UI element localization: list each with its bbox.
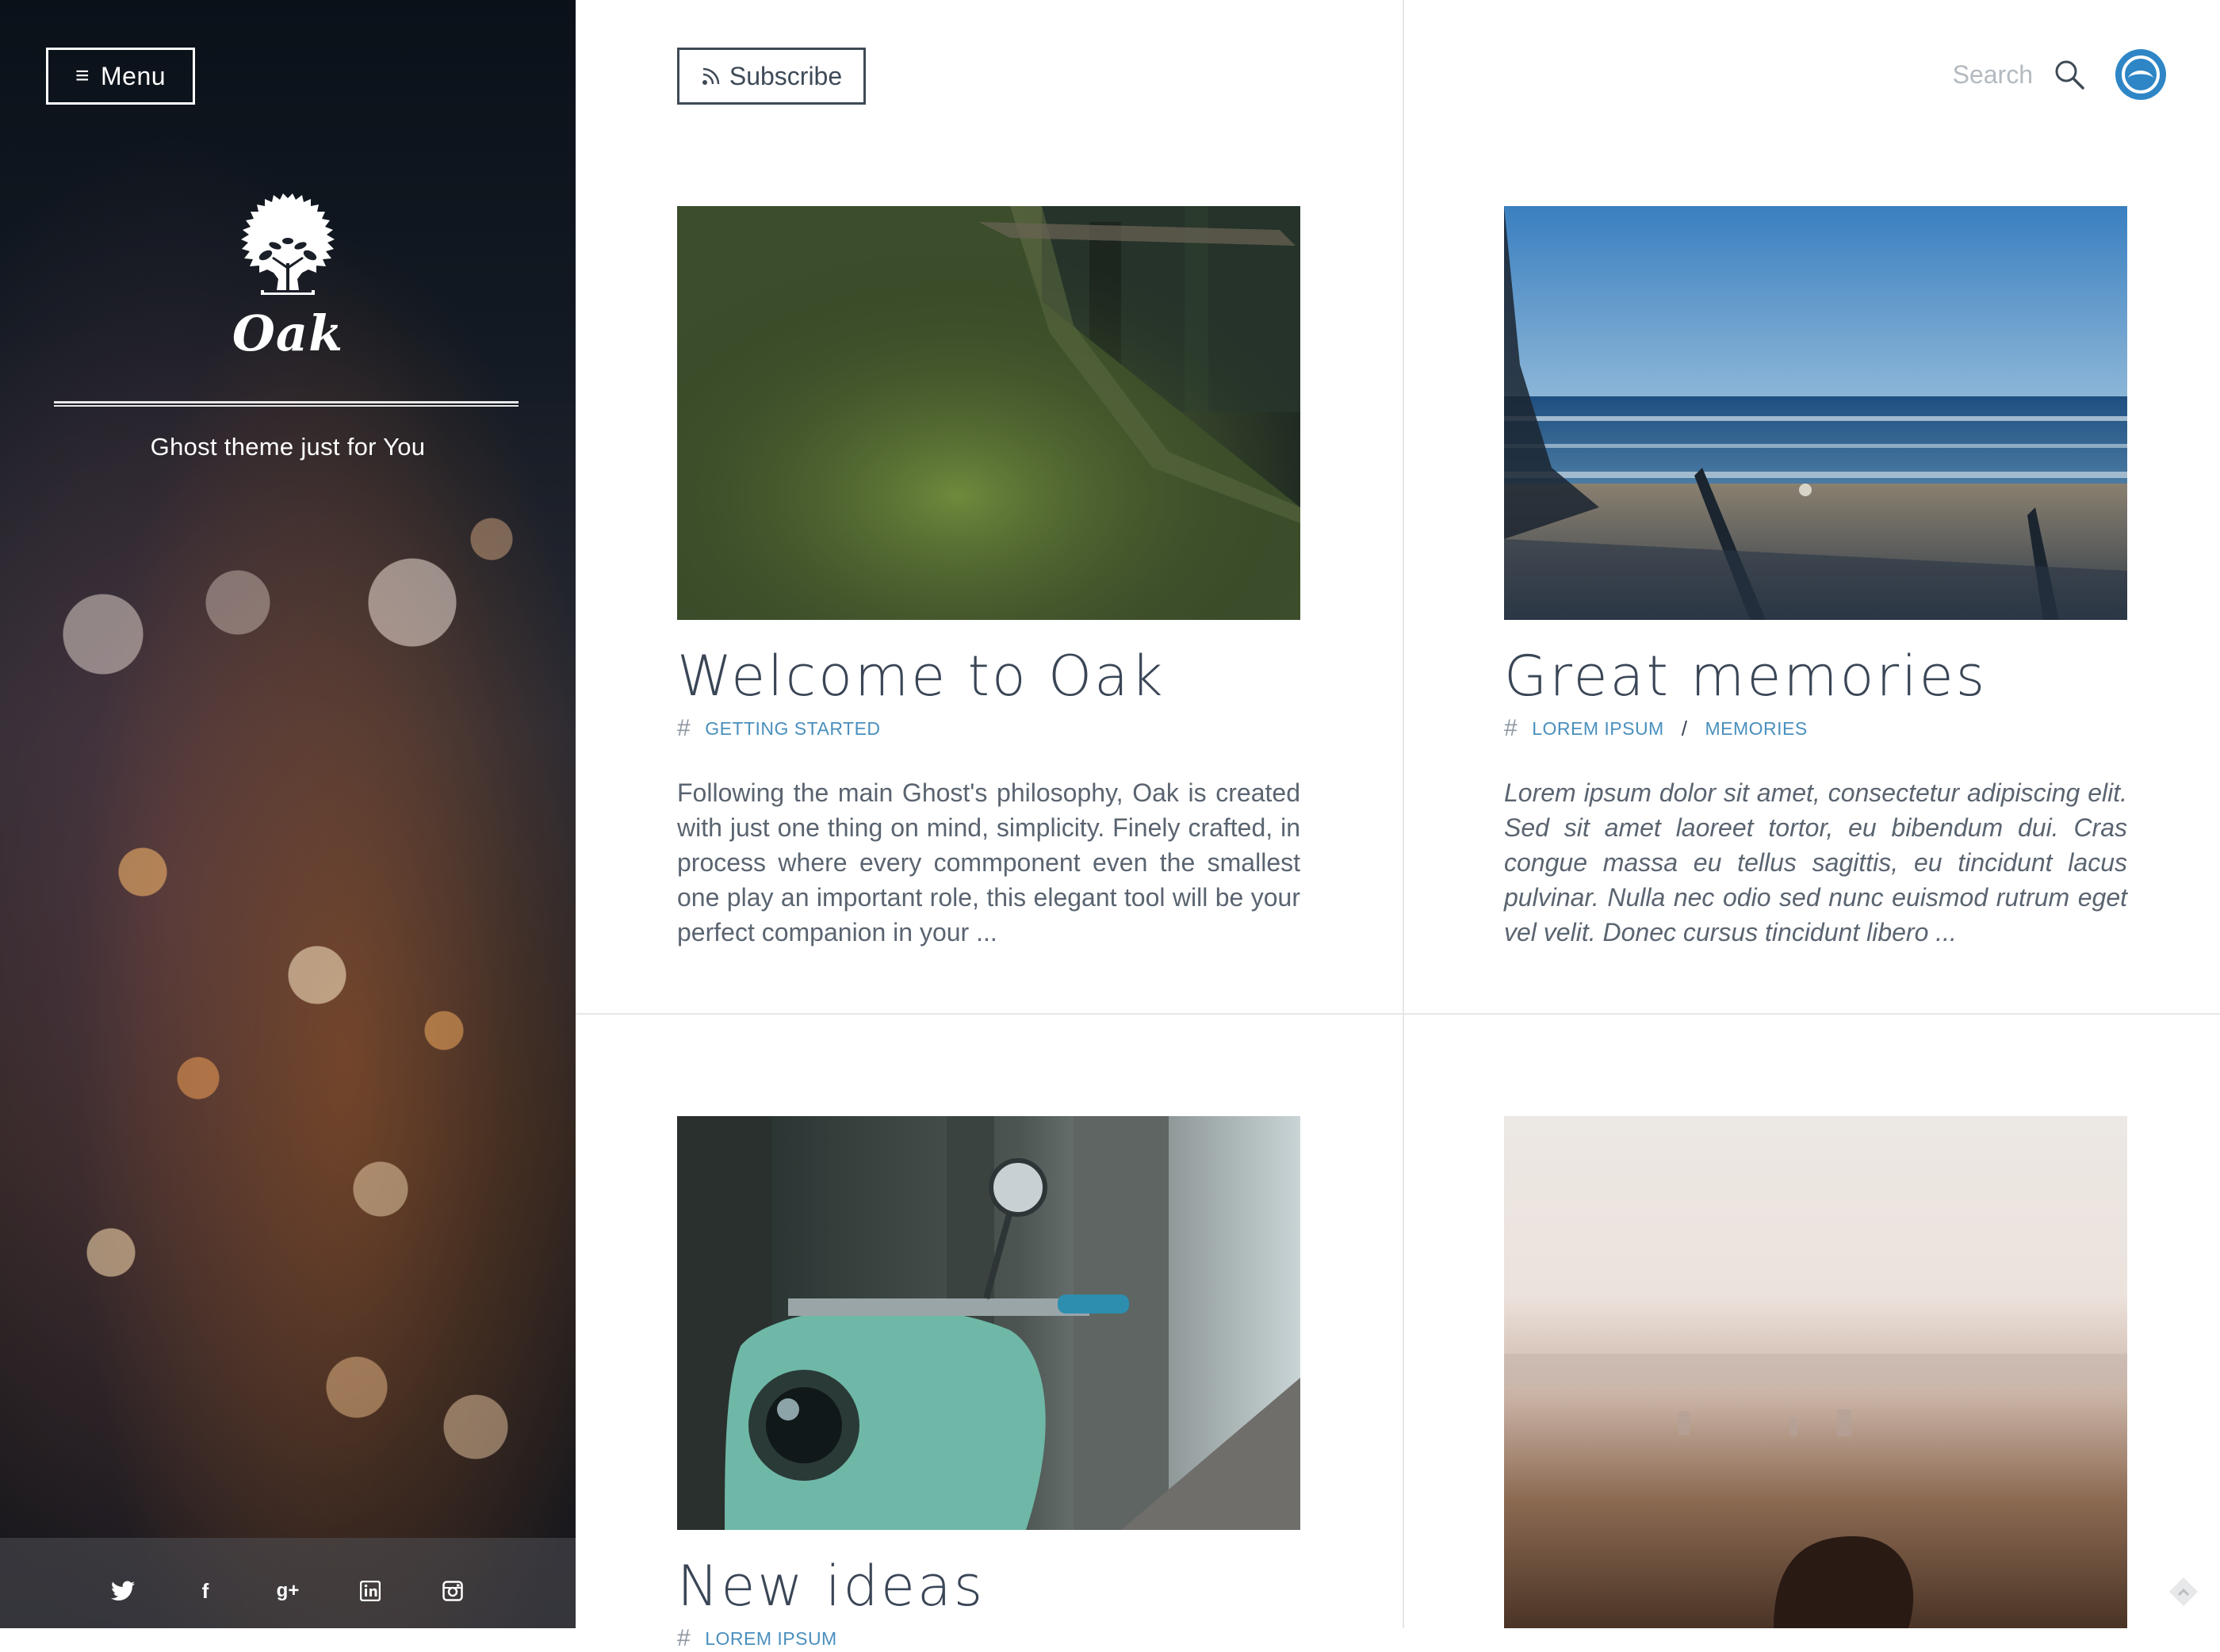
scroll-top-icon[interactable] [2164, 1573, 2203, 1611]
post-excerpt: Lorem ipsum dolor sit amet, consectetur … [1504, 778, 2127, 946]
post-card: Welcome to Oak # GETTING STARTED Followi… [677, 206, 1300, 950]
subscribe-label: Subscribe [729, 61, 843, 90]
google-plus-icon[interactable]: g+ [274, 1577, 301, 1604]
tag-link[interactable]: LOREM IPSUM [1532, 718, 1664, 740]
tag-separator: / [1681, 716, 1688, 740]
instagram-icon[interactable] [439, 1577, 466, 1604]
post-title[interactable]: Great memories [1504, 644, 2127, 709]
subscribe-button[interactable]: Subscribe [677, 48, 866, 105]
search-icon[interactable] [2054, 59, 2085, 90]
logo-divider [54, 401, 519, 407]
post-image[interactable] [677, 206, 1300, 620]
tag-link[interactable]: LOREM IPSUM [705, 1628, 837, 1650]
linkedin-icon[interactable] [357, 1577, 384, 1604]
post-card: New ideas # LOREM IPSUM [677, 1116, 1300, 1652]
main-content: Subscribe Search Welcome to Oak # GETTIN… [576, 0, 2220, 1651]
menu-button[interactable]: ≡ Menu [46, 48, 195, 105]
hash-icon: # [1504, 715, 1518, 741]
search-area [1922, 46, 2166, 103]
rss-icon [702, 67, 720, 85]
row-divider [576, 1013, 2220, 1015]
site-tagline: Ghost theme just for You [150, 433, 426, 461]
hash-icon: # [677, 715, 691, 741]
post-tags: # LOREM IPSUM [677, 1625, 1300, 1652]
user-avatar[interactable] [2115, 49, 2166, 100]
sidebar: ≡ Menu Oak Ghost theme just for You f g+ [0, 0, 576, 1628]
facebook-icon[interactable]: f [192, 1577, 219, 1604]
post-image[interactable] [677, 1116, 1300, 1530]
hamburger-icon: ≡ [75, 63, 90, 89]
search-input[interactable] [1922, 59, 2033, 90]
social-links: f g+ [0, 1538, 576, 1628]
oak-tree-logo-icon [241, 193, 335, 295]
post-card: Great memories # LOREM IPSUM / MEMORIES … [1504, 206, 2127, 950]
hash-icon: # [677, 1625, 691, 1651]
tag-link[interactable]: MEMORIES [1705, 718, 1807, 740]
post-title[interactable]: Welcome to Oak [677, 644, 1300, 709]
post-image[interactable] [1504, 1116, 2127, 1628]
ghost-logo-icon [2122, 55, 2160, 94]
menu-label: Menu [100, 61, 166, 90]
tag-link[interactable]: GETTING STARTED [705, 718, 880, 740]
post-card [1504, 1116, 2127, 1628]
post-title[interactable]: New ideas [677, 1554, 1300, 1619]
post-tags: # GETTING STARTED [677, 715, 1300, 742]
logo-text: Oak [232, 304, 344, 362]
twitter-icon[interactable] [109, 1577, 136, 1604]
post-image[interactable] [1504, 206, 2127, 620]
post-tags: # LOREM IPSUM / MEMORIES [1504, 715, 2127, 742]
column-divider [1403, 0, 1404, 1628]
post-excerpt: Following the main Ghost's philosophy, O… [677, 778, 1300, 946]
site-logo[interactable]: Oak [0, 190, 576, 362]
